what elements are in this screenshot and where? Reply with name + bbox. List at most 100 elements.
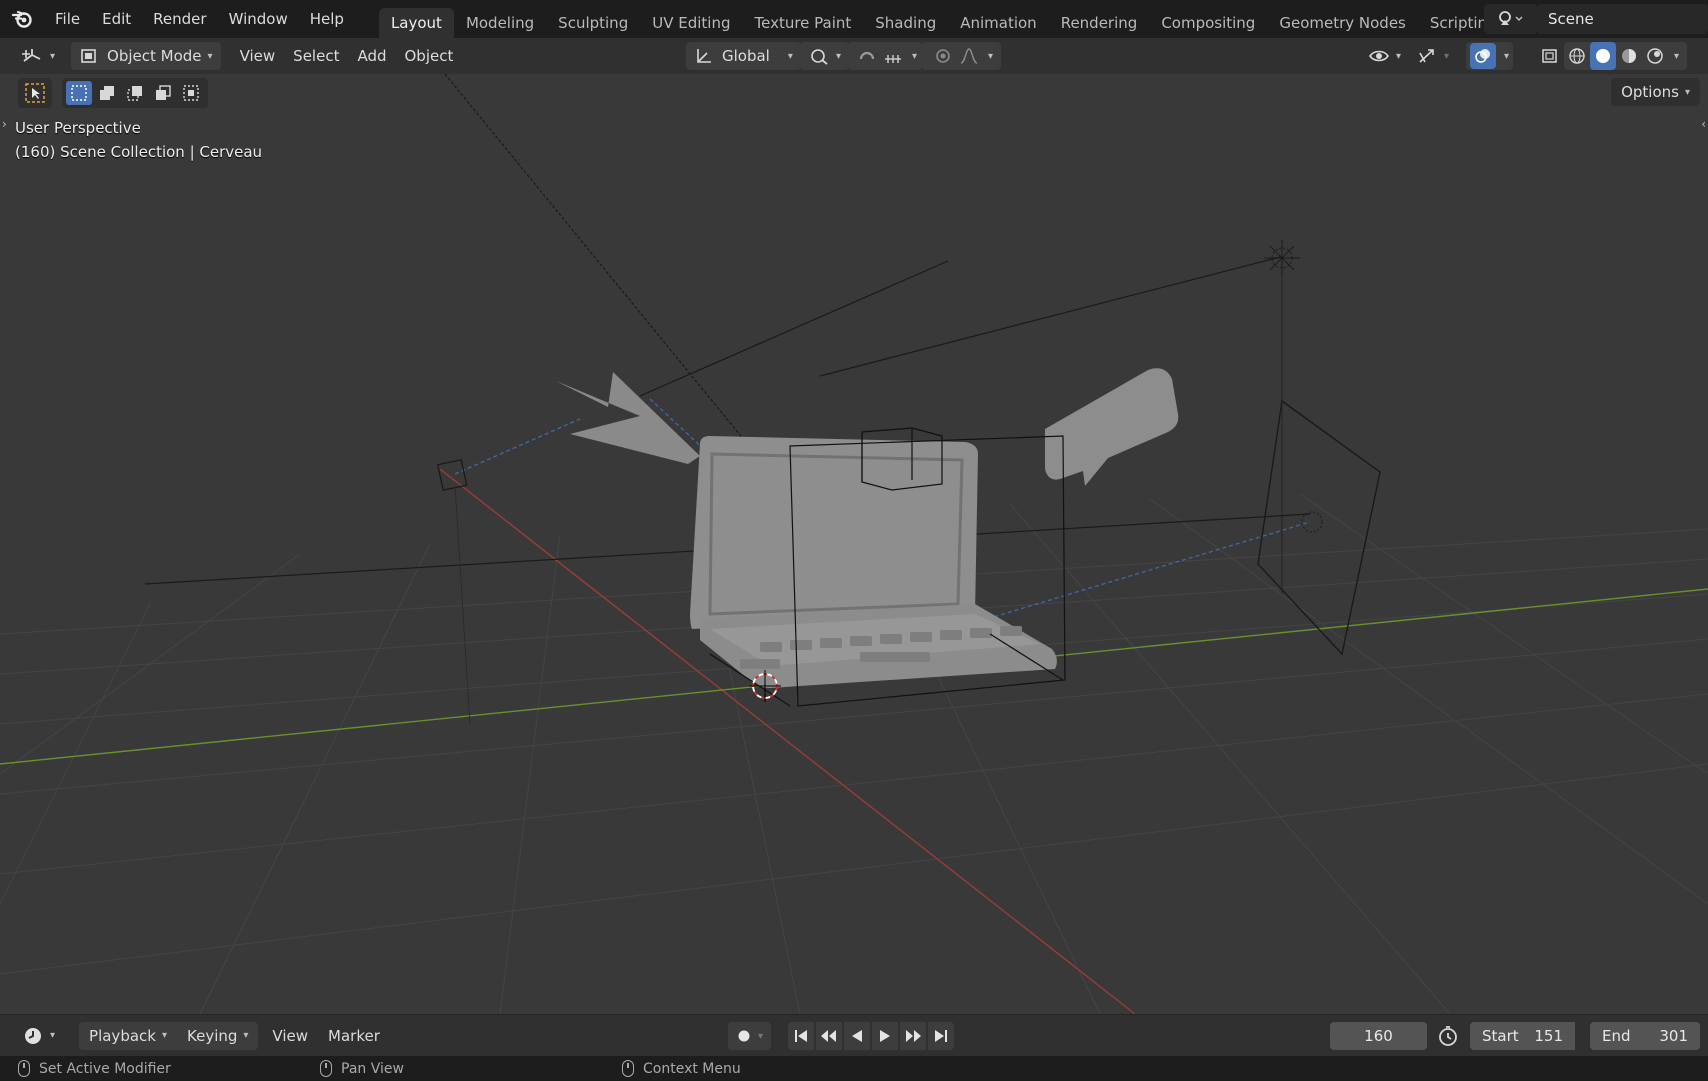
- 3d-viewport[interactable]: User Perspective (160) Scene Collection …: [0, 74, 1708, 1014]
- menu-object[interactable]: Object: [396, 47, 463, 65]
- falloff-curve-icon: [960, 48, 978, 64]
- end-value: 301: [1659, 1027, 1688, 1045]
- end-frame-field[interactable]: End 301: [1590, 1022, 1700, 1050]
- tab-geometry-nodes[interactable]: Geometry Nodes: [1267, 8, 1418, 38]
- tab-texture-paint[interactable]: Texture Paint: [742, 8, 863, 38]
- falloff-button[interactable]: [956, 43, 982, 69]
- arrow-mesh: [556, 372, 700, 464]
- gizmo-dropdown[interactable]: ▾: [1408, 42, 1457, 70]
- preview-range-toggle[interactable]: [1436, 1024, 1460, 1052]
- play-reverse-icon: [852, 1030, 862, 1042]
- select-extend-icon[interactable]: [94, 81, 120, 105]
- options-dropdown[interactable]: Options ▾: [1611, 78, 1700, 106]
- sidebar-expand-arrow-icon[interactable]: ‹: [1701, 117, 1706, 131]
- jump-start-icon: [795, 1030, 807, 1042]
- status-hint-left: Set Active Modifier: [18, 1060, 171, 1077]
- transform-orientation-dropdown[interactable]: Global ▾: [686, 42, 801, 70]
- toolbar-expand-arrow-icon[interactable]: ›: [2, 117, 7, 131]
- menu-file[interactable]: File: [44, 0, 91, 38]
- chevron-down-icon: ▾: [787, 50, 793, 62]
- jump-to-start-button[interactable]: [788, 1022, 814, 1050]
- scene-canvas[interactable]: [0, 74, 1708, 1014]
- menu-window[interactable]: Window: [218, 0, 299, 38]
- jump-to-end-button[interactable]: [928, 1022, 954, 1050]
- chevron-down-icon: ▾: [207, 50, 213, 62]
- wireframe-shading-button[interactable]: [1564, 42, 1590, 70]
- timeline-editor-type-button[interactable]: ▾: [12, 1025, 65, 1047]
- tab-animation[interactable]: Animation: [948, 8, 1048, 38]
- solid-shading-button[interactable]: [1590, 42, 1616, 70]
- auto-keying-toggle[interactable]: ▾: [728, 1022, 772, 1050]
- snap-target-button[interactable]: [880, 43, 906, 69]
- snap-toggle[interactable]: [854, 43, 880, 69]
- status-hint-middle: Pan View: [320, 1060, 404, 1077]
- chevron-down-icon: ▾: [836, 50, 842, 62]
- select-intersect-icon[interactable]: [178, 81, 204, 105]
- menu-playback[interactable]: Playback ▾: [79, 1027, 177, 1045]
- jump-keyframe-back-button[interactable]: [816, 1022, 842, 1050]
- tab-uv-editing[interactable]: UV Editing: [640, 8, 742, 38]
- tab-rendering[interactable]: Rendering: [1049, 8, 1150, 38]
- proportional-edit-group: ▾: [922, 42, 1002, 70]
- menu-keying[interactable]: Keying ▾: [177, 1027, 258, 1045]
- scene-name-field[interactable]: Scene: [1536, 4, 1708, 34]
- viewport-header: ▾ Object Mode ▾ View Select Add Object G…: [0, 38, 1708, 74]
- jump-keyframe-forward-button[interactable]: [900, 1022, 926, 1050]
- viewport-info: User Perspective (160) Scene Collection …: [15, 116, 262, 164]
- scene-name: Scene: [1548, 10, 1594, 28]
- tab-modeling[interactable]: Modeling: [454, 8, 546, 38]
- chevron-down-icon: ▾: [50, 50, 56, 62]
- pivot-point-dropdown[interactable]: ▾: [800, 42, 850, 70]
- laptop-mesh: [690, 436, 1057, 688]
- rendered-shading-button[interactable]: [1642, 42, 1668, 70]
- menu-select[interactable]: Select: [284, 47, 348, 65]
- menu-add[interactable]: Add: [348, 47, 395, 65]
- select-subtract-icon[interactable]: [122, 81, 148, 105]
- tab-layout[interactable]: Layout: [378, 8, 454, 38]
- visibility-dropdown[interactable]: ▾: [1360, 42, 1409, 70]
- xray-toggle[interactable]: [1532, 42, 1568, 70]
- select-new-icon[interactable]: [66, 81, 92, 105]
- select-invert-icon[interactable]: [150, 81, 176, 105]
- shading-modes: ▾: [1564, 42, 1688, 70]
- perspective-label: User Perspective: [15, 119, 141, 137]
- chevron-down-icon: ▾: [50, 1030, 56, 1041]
- menu-edit[interactable]: Edit: [91, 0, 142, 38]
- pivot-icon: [811, 49, 828, 65]
- light-object: [1264, 240, 1300, 594]
- menu-marker[interactable]: Marker: [318, 1027, 390, 1045]
- overlays-toggle[interactable]: [1470, 43, 1496, 69]
- chevron-down-icon: ▾: [1504, 50, 1510, 62]
- snapping-group: ▾: [848, 42, 924, 70]
- workspace-tabs: Layout Modeling Sculpting UV Editing Tex…: [378, 0, 1541, 38]
- chevron-down-icon[interactable]: ▾: [1674, 51, 1679, 62]
- start-label: Start: [1482, 1027, 1519, 1045]
- select-tool-icon[interactable]: [22, 81, 48, 105]
- menu-help[interactable]: Help: [299, 0, 355, 38]
- mode-selector[interactable]: Object Mode ▾: [71, 42, 221, 70]
- xray-icon: [1542, 49, 1557, 63]
- blender-logo-icon[interactable]: [0, 0, 44, 38]
- tab-sculpting[interactable]: Sculpting: [546, 8, 640, 38]
- play-button[interactable]: [872, 1022, 898, 1050]
- editor-type-button[interactable]: ▾: [12, 42, 63, 70]
- tab-shading[interactable]: Shading: [863, 8, 948, 38]
- play-reverse-button[interactable]: [844, 1022, 870, 1050]
- start-frame-field[interactable]: Start 151: [1470, 1022, 1575, 1050]
- chevron-down-icon: ▾: [1396, 50, 1402, 62]
- menu-view[interactable]: View: [231, 47, 285, 65]
- orientation-icon: [697, 49, 711, 63]
- chevron-down-icon: ▾: [912, 50, 918, 62]
- material-shading-button[interactable]: [1616, 42, 1642, 70]
- timeline-header: ▾ Playback▾ Keying▾ View Marker ▾ 160: [0, 1014, 1708, 1056]
- active-tool-box[interactable]: [18, 78, 52, 108]
- current-frame-field[interactable]: 160: [1330, 1022, 1427, 1050]
- menu-timeline-view[interactable]: View: [262, 1027, 318, 1045]
- status-hint-right: Context Menu: [622, 1060, 741, 1077]
- menu-render[interactable]: Render: [142, 0, 217, 38]
- tab-compositing[interactable]: Compositing: [1149, 8, 1267, 38]
- editor-type-icon: [22, 49, 41, 62]
- proportional-edit-toggle[interactable]: [930, 43, 956, 69]
- scene-selector-button[interactable]: [1484, 4, 1536, 34]
- scene-icon: [1499, 11, 1523, 25]
